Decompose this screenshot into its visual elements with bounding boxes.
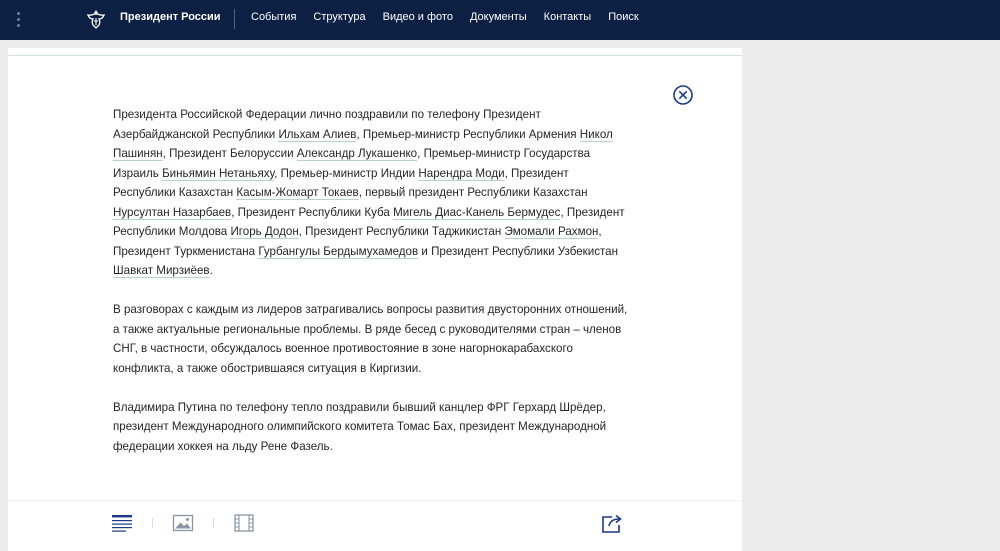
- toolbar-separator: [152, 518, 153, 528]
- article-toolbar: [8, 500, 742, 551]
- person-link[interactable]: Касым-Жомарт Токаев: [236, 186, 359, 200]
- video-icon[interactable]: [233, 513, 255, 533]
- article-card: Президента Российской Федерации лично по…: [8, 48, 742, 551]
- person-link[interactable]: Нурсултан Назарбаев: [113, 205, 232, 220]
- menu-dots-icon[interactable]: [17, 12, 21, 28]
- paragraph-text: Владимира Путина по телефону тепло поздр…: [113, 400, 607, 453]
- person-link[interactable]: Игорь Додон: [230, 225, 299, 239]
- article-paragraph-2: В разговорах с каждым из лидеров затраги…: [113, 300, 633, 378]
- text-view-icon[interactable]: [111, 513, 133, 533]
- nav-item-structure[interactable]: Структура: [313, 11, 365, 23]
- person-link[interactable]: Биньямин Нетаньяху: [162, 166, 275, 181]
- person-link[interactable]: Мигель Диас-Канель Бермудес: [393, 205, 561, 220]
- paragraph-text: , Премьер-министр Республики Армения: [356, 127, 580, 141]
- person-link[interactable]: Александр Лукашенко: [296, 147, 418, 161]
- article-paragraph-1: Президента Российской Федерации лично по…: [113, 105, 633, 281]
- person-link[interactable]: Гурбангулы Бердымухамедов: [258, 244, 419, 259]
- person-link[interactable]: Эмомали Рахмон: [504, 225, 599, 239]
- emblem-icon[interactable]: [85, 7, 107, 31]
- photo-icon[interactable]: [172, 513, 194, 533]
- person-link[interactable]: Нарендра Моди: [418, 166, 505, 181]
- main-nav: События Структура Видео и фото Документы…: [251, 11, 639, 23]
- close-icon[interactable]: [672, 84, 694, 106]
- share-icon[interactable]: [601, 513, 623, 533]
- paragraph-text: , первый президент Республики Казахстан: [358, 186, 588, 199]
- nav-item-documents[interactable]: Документы: [470, 11, 527, 23]
- paragraph-text: В разговорах с каждым из лидеров затраги…: [113, 303, 628, 375]
- paragraph-text: , Президент Белоруссии: [162, 147, 297, 160]
- paragraph-text: и Президент Республики Узбекистан: [418, 244, 619, 258]
- top-navigation-bar: Президент России События Структура Видео…: [0, 0, 1000, 40]
- nav-item-search[interactable]: Поиск: [608, 11, 638, 23]
- paragraph-text: , Президент Республики Куба: [231, 205, 394, 219]
- nav-item-contacts[interactable]: Контакты: [544, 11, 592, 23]
- toolbar-separator: [213, 518, 214, 528]
- header-divider: [234, 9, 235, 29]
- site-title[interactable]: Президент России: [120, 11, 221, 23]
- paragraph-text: .: [209, 264, 213, 277]
- nav-item-events[interactable]: События: [251, 11, 296, 23]
- paragraph-text: , Президент Республики Таджикистан: [298, 225, 505, 238]
- paragraph-text: , Премьер-министр Индии: [274, 166, 419, 180]
- card-top-rule: [8, 55, 742, 56]
- article-text: Президента Российской Федерации лично по…: [113, 105, 633, 476]
- nav-item-video-photo[interactable]: Видео и фото: [383, 11, 453, 23]
- article-paragraph-3: Владимира Путина по телефону тепло поздр…: [113, 398, 633, 457]
- person-link[interactable]: Ильхам Алиев: [278, 127, 357, 142]
- person-link[interactable]: Шавкат Мирзиёев: [113, 264, 210, 278]
